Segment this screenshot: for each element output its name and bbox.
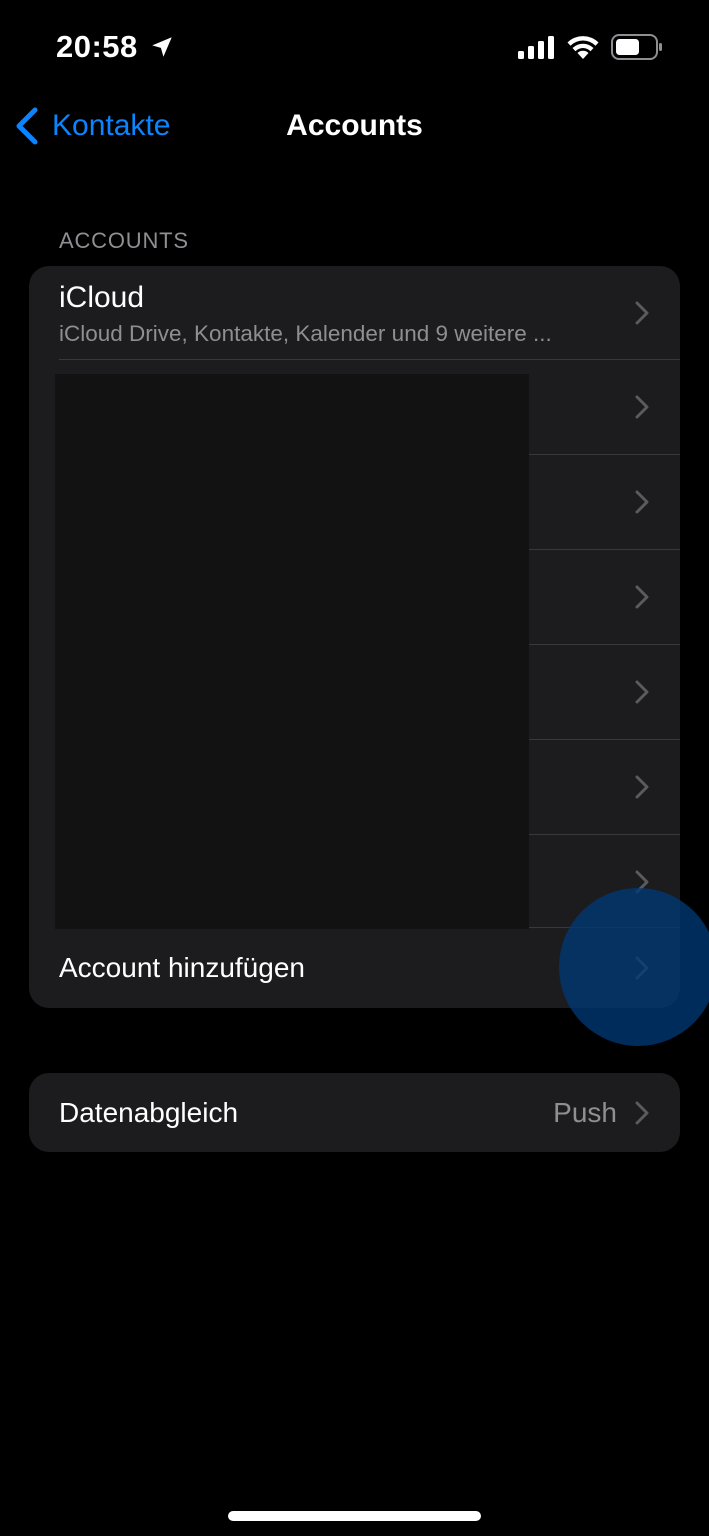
status-bar: 20:58 <box>0 0 709 95</box>
chevron-right-icon <box>635 395 649 419</box>
chevron-right-icon <box>635 585 649 609</box>
chevron-right-icon <box>635 301 649 325</box>
chevron-right-icon <box>635 490 649 514</box>
chevron-right-icon <box>635 775 649 799</box>
redaction-box <box>55 374 529 929</box>
touch-indicator <box>559 888 709 1046</box>
location-arrow-icon <box>152 37 172 57</box>
wifi-icon <box>567 36 599 59</box>
cellular-signal-icon <box>518 36 554 59</box>
fetch-new-data-value: Push <box>553 1097 617 1128</box>
chevron-right-icon <box>635 680 649 704</box>
section-header-accounts: ACCOUNTS <box>59 228 189 253</box>
account-title: iCloud <box>59 281 145 314</box>
account-row-icloud[interactable]: iCloud iCloud Drive, Kontakte, Kalender … <box>29 266 680 360</box>
battery-icon <box>611 34 662 60</box>
fetch-new-data-row[interactable]: Datenabgleich Push <box>29 1073 680 1152</box>
fetch-new-data-label: Datenabgleich <box>59 1097 239 1128</box>
add-account-label: Account hinzufügen <box>59 952 305 983</box>
chevron-right-icon <box>635 1101 649 1125</box>
status-time: 20:58 <box>56 29 138 64</box>
back-button-label: Kontakte <box>52 109 171 142</box>
fetch-settings-group: Datenabgleich Push <box>29 1073 680 1152</box>
account-subtitle: iCloud Drive, Kontakte, Kalender und 9 w… <box>59 321 552 346</box>
home-indicator[interactable] <box>228 1511 481 1521</box>
back-chevron-icon <box>16 107 38 145</box>
back-button[interactable]: Kontakte <box>14 104 170 148</box>
